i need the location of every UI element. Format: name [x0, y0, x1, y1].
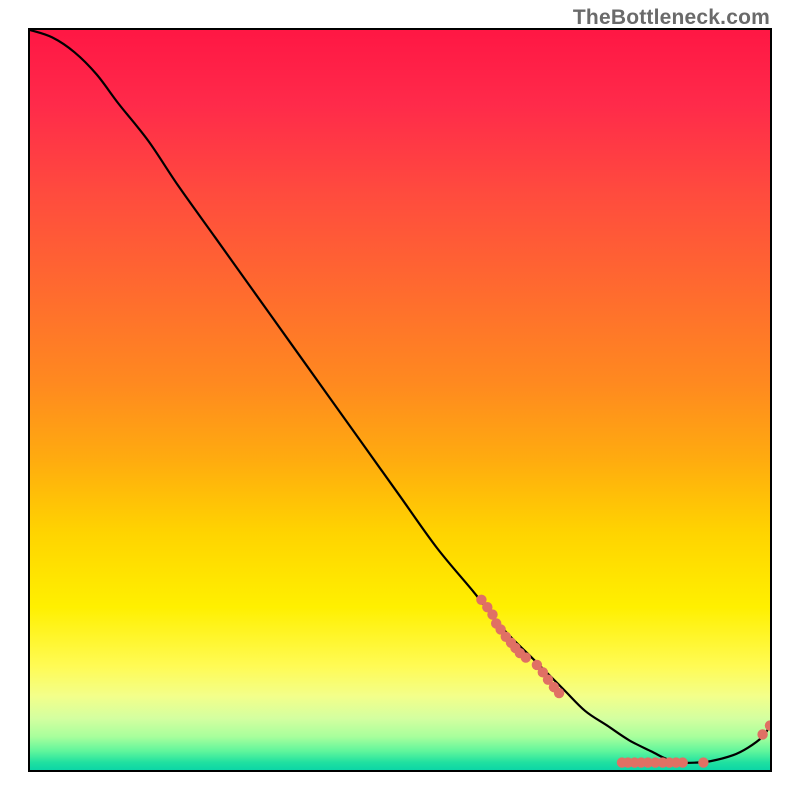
data-point [757, 729, 767, 739]
plot-area [28, 28, 772, 772]
watermark-label: TheBottleneck.com [573, 6, 770, 30]
data-point [698, 757, 708, 767]
bottleneck-curve [30, 30, 770, 763]
data-point [765, 720, 770, 730]
chart-svg [30, 30, 770, 770]
chart-container: TheBottleneck.com [0, 0, 800, 800]
data-point [554, 688, 564, 698]
data-markers [476, 595, 770, 768]
data-point [521, 652, 531, 662]
data-point [487, 609, 497, 619]
data-point [677, 757, 687, 767]
